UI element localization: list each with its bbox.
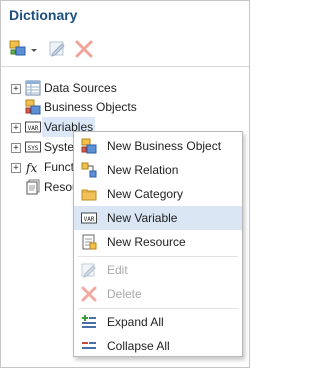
menu-item-label: New Resource bbox=[107, 235, 186, 249]
folder-icon bbox=[81, 189, 97, 201]
svg-text:VAR: VAR bbox=[84, 216, 95, 223]
tree-node-label: Functi bbox=[44, 160, 77, 174]
menu-item-label: Delete bbox=[107, 287, 142, 301]
expand-all-icon bbox=[82, 315, 96, 328]
menu-item-label: New Variable bbox=[107, 211, 178, 225]
functions-icon: fx bbox=[25, 161, 37, 175]
expand-toggle[interactable]: + bbox=[11, 163, 21, 173]
menu-item-label: Expand All bbox=[107, 315, 164, 329]
expand-toggle[interactable]: + bbox=[11, 123, 21, 133]
menu-item-new-business-object[interactable]: New Business Object bbox=[74, 134, 242, 158]
menu-item-label: Edit bbox=[107, 263, 128, 277]
tree-node-label: Syste bbox=[44, 140, 75, 154]
new-resource-icon bbox=[82, 234, 97, 250]
expand-toggle[interactable]: + bbox=[11, 143, 21, 153]
menu-item-label: New Category bbox=[107, 187, 184, 201]
tree-node-label: Business Objects bbox=[44, 100, 137, 114]
edit-button[interactable] bbox=[47, 39, 69, 59]
new-item-dropdown-button[interactable] bbox=[9, 39, 39, 59]
menu-separator bbox=[78, 308, 238, 309]
edit-icon bbox=[81, 263, 96, 278]
svg-text:SYS: SYS bbox=[28, 145, 39, 152]
edit-icon bbox=[49, 41, 65, 57]
menu-item-new-relation[interactable]: New Relation bbox=[74, 158, 242, 182]
panel-title: Dictionary bbox=[9, 7, 78, 23]
menu-item-label: New Relation bbox=[107, 163, 179, 177]
toolbar-separator bbox=[1, 66, 249, 67]
variables-icon: VAR bbox=[25, 121, 41, 133]
business-objects-icon bbox=[25, 99, 41, 115]
menu-item-label: New Business Object bbox=[107, 139, 222, 153]
menu-item-new-category[interactable]: New Category bbox=[74, 182, 242, 206]
menu-item-delete[interactable]: Delete bbox=[74, 282, 242, 306]
menu-item-new-variable[interactable]: VAR New Variable bbox=[74, 206, 242, 230]
delete-button[interactable] bbox=[73, 39, 95, 59]
tree-node-label: Data Sources bbox=[44, 81, 117, 95]
menu-separator bbox=[78, 256, 238, 257]
menu-item-new-resource[interactable]: New Resource bbox=[74, 230, 242, 254]
delete-icon bbox=[81, 286, 97, 302]
menu-item-collapse-all[interactable]: Collapse All bbox=[74, 334, 242, 358]
expand-toggle[interactable]: + bbox=[11, 84, 21, 94]
new-business-object-icon bbox=[81, 138, 97, 154]
menu-item-expand-all[interactable]: Expand All bbox=[74, 310, 242, 334]
dictionary-panel: Dictionary + Data Sources Business Objec… bbox=[0, 0, 250, 368]
delete-icon bbox=[75, 40, 93, 58]
new-relation-icon bbox=[81, 162, 97, 178]
new-variable-icon: VAR bbox=[81, 212, 97, 224]
system-variables-icon: SYS bbox=[25, 141, 41, 153]
menu-item-edit[interactable]: Edit bbox=[74, 258, 242, 282]
svg-text:VAR: VAR bbox=[28, 125, 39, 132]
resources-icon bbox=[26, 179, 40, 195]
data-sources-icon bbox=[25, 80, 41, 96]
svg-text:fx: fx bbox=[25, 161, 37, 175]
collapse-all-icon bbox=[82, 342, 96, 349]
new-item-dropdown-icon bbox=[9, 40, 37, 56]
menu-item-label: Collapse All bbox=[107, 339, 170, 353]
context-menu: New Business Object New Relation New Cat… bbox=[73, 131, 243, 357]
